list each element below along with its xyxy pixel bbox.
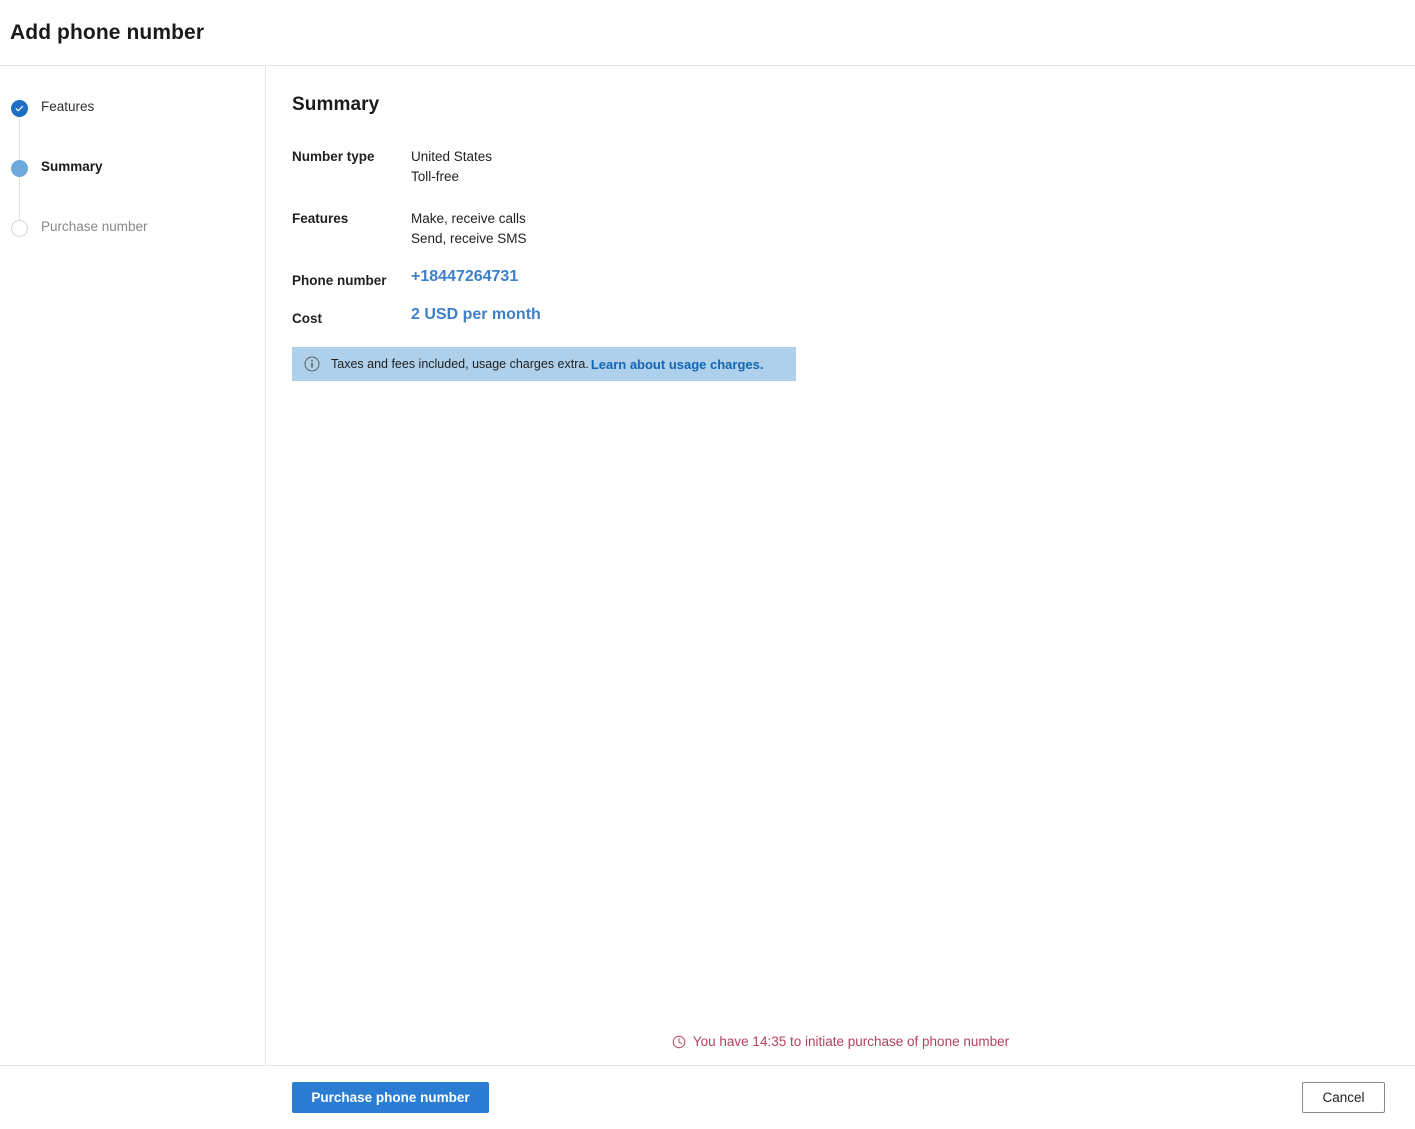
step-connector (19, 117, 20, 160)
info-banner-text: Taxes and fees included, usage charges e… (331, 357, 589, 371)
sidebar-item-label: Features (41, 99, 95, 114)
panel-body: Features Summary Purchase number Summary… (0, 66, 1415, 1065)
filled-circle-icon (11, 160, 28, 177)
row-value: United States (411, 149, 493, 164)
info-banner: Taxes and fees included, usage charges e… (292, 347, 796, 381)
purchase-timer: You have 14:35 to initiate purchase of p… (266, 1034, 1415, 1049)
summary-content: Summary Number type United States Toll-f… (266, 66, 1415, 1065)
check-icon (11, 100, 28, 117)
step-marker-summary (11, 160, 28, 220)
page-title: Add phone number (10, 20, 205, 44)
wizard-step-nav: Features Summary Purchase number (0, 66, 266, 1065)
panel-footer: Purchase phone number Cancel (0, 1065, 1415, 1129)
row-label: Phone number (292, 273, 387, 288)
summary-row-features: Features Make, receive calls Send, recei… (292, 209, 1415, 248)
sidebar-item-label: Summary (41, 159, 103, 174)
row-values: +18447264731 (411, 267, 518, 290)
purchase-timer-text: You have 14:35 to initiate purchase of p… (692, 1034, 1010, 1049)
purchase-phone-number-button[interactable]: Purchase phone number (292, 1082, 489, 1113)
step-connector (19, 177, 20, 220)
cancel-button[interactable]: Cancel (1302, 1082, 1385, 1113)
step-marker-purchase-number (11, 220, 28, 237)
row-values: Make, receive calls Send, receive SMS (411, 209, 527, 248)
wizard-step-purchase-number[interactable]: Purchase number (0, 217, 265, 277)
row-label: Features (292, 211, 349, 226)
wizard-step-summary[interactable]: Summary (0, 157, 265, 220)
panel-header: Add phone number (0, 0, 1415, 66)
empty-circle-icon (11, 220, 28, 237)
clock-icon (672, 1035, 686, 1049)
section-title: Summary (292, 94, 380, 115)
phone-number-value: +18447264731 (411, 268, 519, 285)
wizard-step-features[interactable]: Features (0, 97, 265, 160)
step-marker-features (11, 100, 28, 160)
row-value: Toll-free (411, 168, 460, 184)
cost-value: 2 USD per month (411, 306, 541, 323)
row-value: Make, receive calls (411, 211, 526, 226)
row-values: United States Toll-free (411, 147, 492, 186)
learn-about-usage-charges-link[interactable]: Learn about usage charges. (591, 357, 764, 372)
sidebar-item-label: Purchase number (41, 219, 148, 234)
summary-row-phone-number: Phone number +18447264731 (292, 268, 1415, 290)
summary-row-number-type: Number type United States Toll-free (292, 147, 1415, 186)
row-label: Number type (292, 149, 375, 164)
summary-row-cost: Cost 2 USD per month (292, 306, 1415, 328)
row-label: Cost (292, 311, 322, 326)
info-circle-icon (304, 356, 320, 372)
row-value: Send, receive SMS (411, 230, 527, 246)
